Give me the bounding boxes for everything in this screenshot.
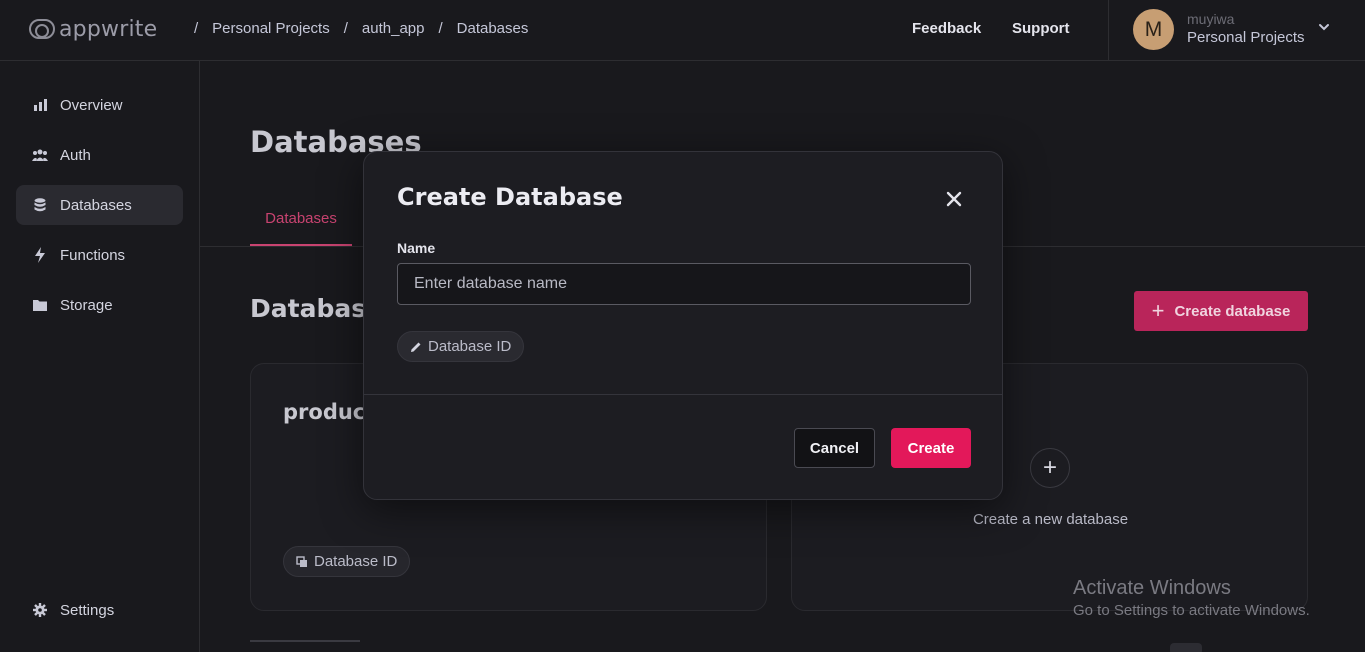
bar-chart-icon — [32, 97, 48, 113]
tab-databases[interactable]: Databases — [250, 210, 352, 246]
breadcrumb-separator: / — [194, 20, 199, 37]
pencil-icon — [411, 342, 421, 352]
feedback-button[interactable]: Feedback — [912, 20, 981, 37]
breadcrumb-current[interactable]: Databases — [457, 20, 529, 37]
logo-text: appwrite — [59, 16, 158, 42]
sidebar-item-label: Functions — [60, 246, 126, 264]
breadcrumb-organization[interactable]: Personal Projects — [212, 20, 330, 37]
chevron-down-icon[interactable] — [1317, 20, 1331, 34]
support-button[interactable]: Support — [1012, 20, 1070, 37]
appwrite-logo[interactable]: appwrite — [29, 16, 157, 42]
gear-icon — [32, 602, 48, 618]
sidebar-item-label: Storage — [60, 296, 113, 314]
partial-section-heading — [250, 640, 360, 652]
create-button[interactable]: Create — [891, 428, 971, 468]
sidebar-item-overview[interactable]: Overview — [16, 85, 183, 125]
sidebar-item-storage[interactable]: Storage — [16, 285, 183, 325]
sidebar-item-databases[interactable]: Databases — [16, 185, 183, 225]
activate-windows-title: Activate Windows — [1073, 577, 1231, 599]
users-icon — [32, 147, 48, 163]
breadcrumb-project[interactable]: auth_app — [362, 20, 425, 37]
sidebar-item-label: Databases — [60, 196, 132, 214]
create-database-button[interactable]: + Create database — [1134, 291, 1308, 331]
create-new-database-label: Create a new database — [972, 511, 1129, 528]
appwrite-logo-icon — [29, 19, 55, 39]
name-field-label: Name — [397, 240, 436, 256]
database-name-input[interactable] — [397, 263, 971, 305]
copy-database-id-button[interactable]: Database ID — [283, 546, 411, 577]
activate-windows-subtitle: Go to Settings to activate Windows. — [1073, 602, 1310, 619]
avatar[interactable]: M — [1133, 9, 1174, 50]
cancel-button[interactable]: Cancel — [794, 428, 875, 468]
database-id-label: Database ID — [314, 553, 398, 570]
lightning-icon — [32, 247, 48, 263]
plus-icon: + — [1151, 298, 1165, 323]
folder-icon — [32, 297, 48, 313]
header-divider — [1108, 0, 1109, 60]
sidebar-item-functions[interactable]: Functions — [16, 235, 183, 275]
database-icon — [32, 197, 48, 213]
modal-title: Create Database — [397, 183, 623, 211]
plus-icon[interactable]: + — [1030, 448, 1070, 488]
database-id-button[interactable]: Database ID — [397, 331, 525, 362]
sidebar-item-settings[interactable]: Settings — [16, 590, 183, 630]
create-database-modal: Create Database Name Database ID Cancel … — [363, 151, 1003, 500]
partial-control — [1170, 643, 1202, 652]
user-name: muyiwa — [1187, 11, 1235, 27]
create-database-label: Create database — [1174, 302, 1291, 320]
sidebar: Overview Auth Databases Functions Storag… — [0, 61, 200, 652]
breadcrumb-separator: / — [438, 20, 443, 37]
database-card-title: product — [283, 400, 376, 424]
database-id-label: Database ID — [428, 338, 512, 355]
breadcrumb-separator: / — [343, 20, 348, 37]
breadcrumb: / Personal Projects / auth_app / Databas… — [180, 20, 528, 37]
sidebar-item-label: Auth — [60, 146, 91, 164]
user-project-name: Personal Projects — [1187, 29, 1305, 46]
close-icon[interactable] — [945, 190, 963, 208]
sidebar-item-auth[interactable]: Auth — [16, 135, 183, 175]
sidebar-item-label: Settings — [60, 601, 115, 619]
copy-icon — [296, 555, 307, 567]
top-header: appwrite / Personal Projects / auth_app … — [0, 0, 1365, 61]
modal-divider — [364, 394, 1002, 395]
sidebar-item-label: Overview — [60, 96, 123, 114]
